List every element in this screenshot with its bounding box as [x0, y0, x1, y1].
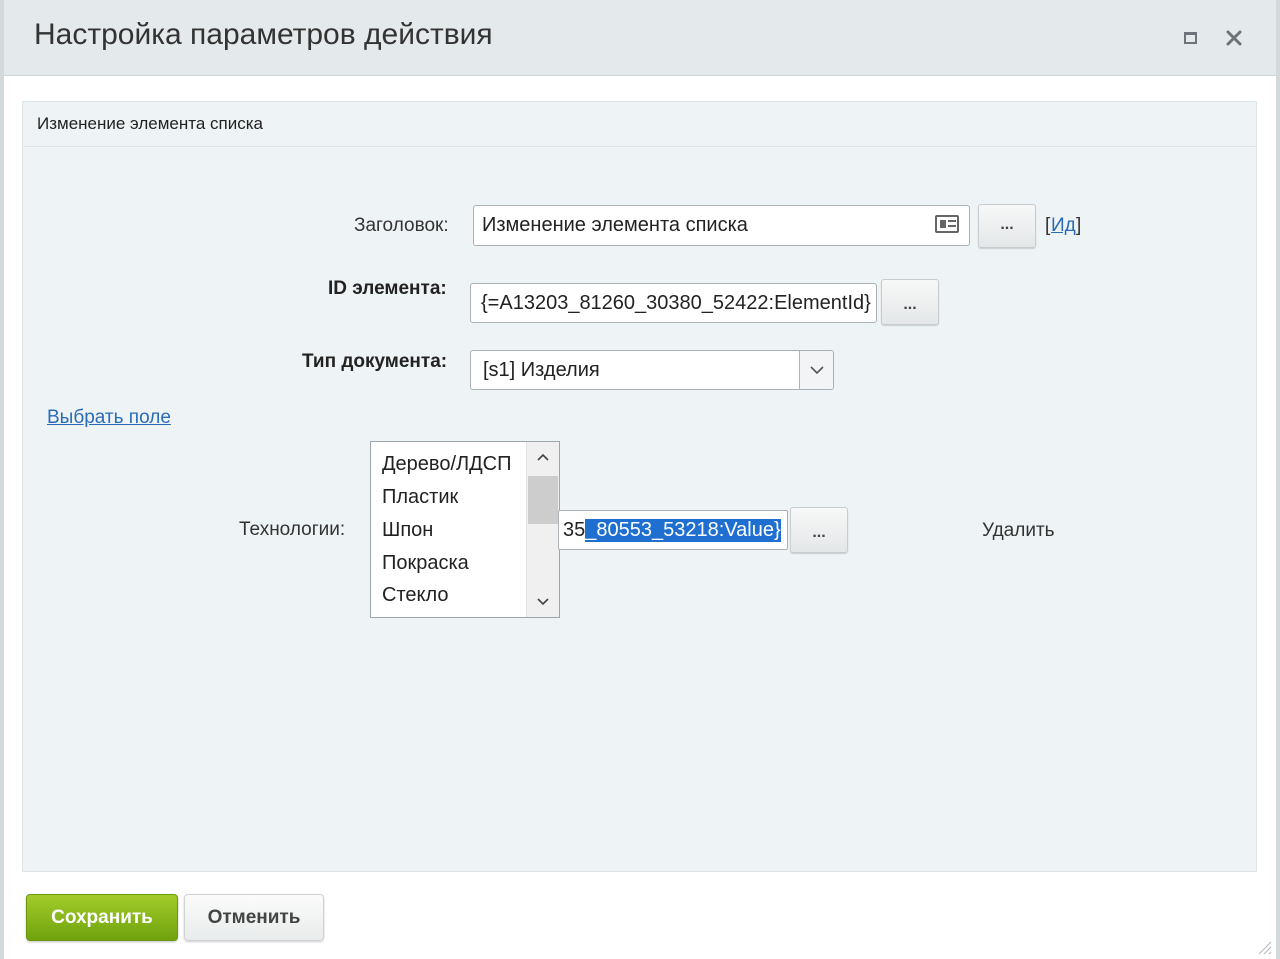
save-button[interactable]: Сохранить [26, 894, 178, 941]
technologies-listbox[interactable]: Дерево/ЛДСП Пластик Шпон Покраска Стекло [370, 441, 560, 618]
contact-card-icon[interactable] [935, 215, 959, 233]
chevron-up-icon [537, 453, 549, 461]
list-item[interactable]: Шпон [382, 519, 433, 542]
technologies-value-selected: _80553_53218:Value} [585, 518, 781, 542]
maximize-icon [1184, 32, 1197, 44]
scroll-thumb[interactable] [528, 476, 558, 524]
technologies-label: Технологии: [239, 519, 346, 540]
title-field-dots-button[interactable]: ... [978, 204, 1036, 248]
technologies-value-field[interactable]: 35 _80553_53218:Value} [558, 510, 788, 550]
element-id-label: ID элемента: [328, 278, 447, 299]
element-id-dots-button[interactable]: ... [881, 279, 939, 325]
scroll-up-button[interactable] [527, 442, 559, 472]
listbox-scrollbar[interactable] [526, 442, 559, 617]
element-id-value: {=A13203_81260_30380_52422:ElementId} [481, 291, 871, 314]
delete-link[interactable]: Удалить [982, 520, 1055, 542]
element-id-field[interactable]: {=A13203_81260_30380_52422:ElementId} [470, 283, 877, 323]
chevron-down-icon [537, 598, 549, 606]
doc-type-dropdown-button[interactable] [799, 351, 833, 389]
close-icon [1226, 30, 1242, 46]
dialog-title: Настройка параметров действия [34, 18, 493, 51]
technologies-value-prefix: 35 [563, 518, 586, 541]
maximize-button[interactable] [1176, 24, 1204, 52]
id-link-close-bracket: ] [1076, 215, 1082, 236]
title-field-label: Заголовок: [354, 215, 449, 236]
list-item[interactable]: Стекло [382, 584, 449, 607]
id-link-open-bracket: [ [1045, 215, 1051, 236]
close-button[interactable] [1220, 24, 1248, 52]
panel-title: Изменение элемента списка [37, 114, 264, 133]
list-item[interactable]: Дерево/ЛДСП [382, 453, 511, 476]
resize-grip-icon[interactable] [1254, 937, 1272, 955]
id-link[interactable]: Ид [1051, 215, 1076, 237]
cancel-button[interactable]: Отменить [184, 894, 324, 941]
choose-field-link[interactable]: Выбрать поле [47, 407, 171, 429]
chevron-down-icon [810, 366, 824, 375]
list-item[interactable]: Покраска [382, 552, 469, 575]
title-field-value: Изменение элемента списка [482, 214, 748, 236]
doc-type-value: [s1] Изделия [483, 358, 600, 381]
list-item[interactable]: Пластик [382, 486, 458, 509]
settings-dialog: Настройка параметров действия Изменение … [0, 0, 1280, 959]
dialog-titlebar: Настройка параметров действия [4, 0, 1276, 76]
panel-header: Изменение элемента списка [23, 102, 1256, 147]
scroll-down-button[interactable] [527, 587, 559, 617]
doc-type-select[interactable]: [s1] Изделия [470, 350, 834, 390]
technologies-dots-button[interactable]: ... [790, 507, 848, 553]
title-field[interactable]: Изменение элемента списка [473, 205, 970, 246]
doc-type-label: Тип документа: [302, 351, 448, 372]
